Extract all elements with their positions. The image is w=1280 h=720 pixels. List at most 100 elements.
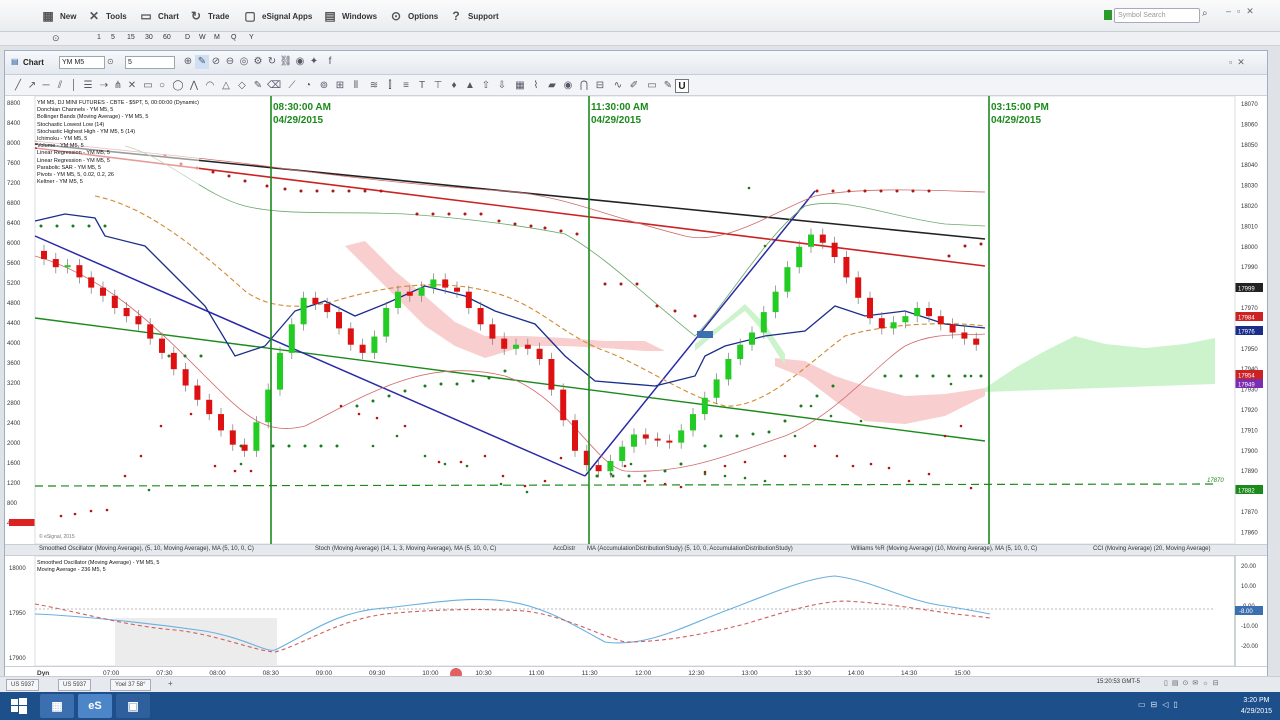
gann-icon[interactable]: ✕ <box>125 79 139 93</box>
sell-icon[interactable]: ⇩ <box>495 79 509 93</box>
vline-tool-icon[interactable]: │ <box>67 79 81 93</box>
candle-down <box>654 438 661 441</box>
add-tab-icon[interactable]: + <box>168 679 173 688</box>
text-tool-icon[interactable]: T <box>415 79 429 93</box>
twitter-icon[interactable]: ✦ <box>307 55 321 69</box>
search-icon[interactable]: ⌕ <box>1202 8 1218 23</box>
curve-icon[interactable]: ∿ <box>611 79 625 93</box>
link-chart-icon[interactable]: ⛓ <box>279 55 293 69</box>
symbol-field[interactable]: YM M5 <box>59 56 105 69</box>
menu-options[interactable]: ⊙ Options <box>388 7 438 25</box>
interval-30[interactable]: 30 <box>145 34 153 41</box>
andrews-icon[interactable]: ⫿ <box>383 79 397 93</box>
tray-icons[interactable]: ▭⊟◁▯ <box>1138 700 1183 709</box>
interval-60[interactable]: 60 <box>163 34 171 41</box>
interval-y[interactable]: Y <box>249 34 254 41</box>
interval-1[interactable]: 1 <box>97 34 101 41</box>
target-icon[interactable]: ◎ <box>237 55 251 69</box>
pencil-icon[interactable]: ✎ <box>661 79 675 93</box>
interval-5[interactable]: 5 <box>111 34 115 41</box>
circle-tool-icon[interactable]: ◯ <box>171 79 185 93</box>
menu-new[interactable]: ▦ New <box>40 7 76 25</box>
sar-dot-green <box>39 224 43 228</box>
zoom-in-icon[interactable]: ⊕ <box>181 55 195 69</box>
marker-icon[interactable]: ♦ <box>447 79 461 93</box>
tab-ma-accdistr[interactable]: MA (AccumulationDistributionStudy) (5, 1… <box>587 546 793 552</box>
chart-window-controls[interactable]: ▫✕ <box>1229 57 1250 68</box>
tab-cci[interactable]: CCI (Moving Average) (20, Moving Average… <box>1093 546 1211 552</box>
elliot-icon[interactable]: ≡ <box>399 79 413 93</box>
paint-icon[interactable]: ✐ <box>627 79 641 93</box>
fib-circle-icon[interactable]: ⊚ <box>317 79 331 93</box>
grid-icon[interactable]: ▦ <box>513 79 527 93</box>
gann-fan-icon[interactable]: ⟋ <box>285 79 299 93</box>
triangle-tool-icon[interactable]: △ <box>219 79 233 93</box>
menu-chart[interactable]: ▭ Chart <box>138 7 179 25</box>
fan-tool-icon[interactable]: ⋀ <box>187 79 201 93</box>
tab-accdistr[interactable]: AccDistr <box>553 546 575 552</box>
save-taskbar-icon[interactable]: ▣ <box>116 694 150 718</box>
menu-esignal-apps[interactable]: ▢ eSignal Apps <box>242 7 312 25</box>
pitchfork-icon[interactable]: ⋔ <box>111 79 125 93</box>
window-controls[interactable]: –▫✕ <box>1226 6 1276 18</box>
oscillator-pane[interactable]: 18000179501790020.0010.00-0.00-10.00-20.… <box>5 555 1267 667</box>
interval-m[interactable]: M <box>214 34 220 41</box>
refresh-icon[interactable]: ⊙ <box>52 33 60 44</box>
lock-icon[interactable]: ⊟ <box>593 79 607 93</box>
fib-tool-icon[interactable]: ☰ <box>81 79 95 93</box>
pen-tool-icon[interactable]: ✎ <box>251 79 265 93</box>
interval-15[interactable]: 15 <box>127 34 135 41</box>
highlight-icon[interactable]: ▰ <box>545 79 559 93</box>
menu-windows[interactable]: ▤ Windows <box>322 7 377 25</box>
cycle-tool-icon[interactable]: ◠ <box>203 79 217 93</box>
underline-tool-icon[interactable]: U <box>675 79 689 93</box>
menu-tools[interactable]: ✕ Tools <box>86 7 127 25</box>
ruler-tool-icon[interactable]: ⊞ <box>333 79 347 93</box>
settings-icon[interactable]: ⚙ <box>251 55 265 69</box>
trend-channel-icon[interactable]: ⫽ <box>53 79 67 93</box>
explorer-taskbar-icon[interactable]: ▦ <box>40 694 74 718</box>
draw-mode-icon[interactable]: ✎ <box>195 55 209 69</box>
up-arrow-icon[interactable]: ▲ <box>463 79 477 93</box>
fib-arc-icon[interactable]: ◔ <box>301 79 315 93</box>
magnet-icon[interactable]: ⋂ <box>577 79 591 93</box>
eraser-tool-icon[interactable]: ⌫ <box>267 79 281 93</box>
arrow-tool-icon[interactable]: ⇢ <box>97 79 111 93</box>
ellipse-tool-icon[interactable]: ○ <box>155 79 169 93</box>
rect-tool-icon[interactable]: ▭ <box>141 79 155 93</box>
menu-support[interactable]: ? Support <box>448 7 498 25</box>
esignal-taskbar-button[interactable]: eS <box>78 694 112 718</box>
facebook-icon[interactable]: f <box>323 55 337 69</box>
interval-field[interactable]: 5 <box>125 56 175 69</box>
window-tab[interactable]: Yoel 37 58° <box>110 679 151 691</box>
tab-smoothed-oscillator[interactable]: Smoothed Oscillator (Moving Average), (5… <box>39 546 254 552</box>
cursor-icon[interactable]: ⊖ <box>223 55 237 69</box>
polygon-tool-icon[interactable]: ◇ <box>235 79 249 93</box>
eye-icon[interactable]: ◉ <box>561 79 575 93</box>
menu-trade[interactable]: ↻ Trade <box>188 7 229 25</box>
symbol-search-input[interactable]: Symbol Search <box>1114 8 1200 23</box>
interval-w[interactable]: W <box>199 34 206 41</box>
cycle-lines-icon[interactable]: ⦀ <box>349 79 363 93</box>
ray-tool-icon[interactable]: ↗ <box>25 79 39 93</box>
system-clock[interactable]: 3:20 PM 4/29/2015 <box>1241 695 1272 717</box>
hline-tool-icon[interactable]: ─ <box>39 79 53 93</box>
refresh-chart-icon[interactable]: ↻ <box>265 55 279 69</box>
tab-stoch[interactable]: Stoch (Moving Average) (14, 1, 3, Moving… <box>315 546 496 552</box>
price-pane[interactable]: 8800 8400 8000 7600 7200 6800 6400 6000 5600 5200… <box>5 95 1267 557</box>
buy-icon[interactable]: ⇧ <box>479 79 493 93</box>
interval-q[interactable]: Q <box>231 34 236 41</box>
crosshair-icon[interactable]: ⊘ <box>209 55 223 69</box>
window-tab[interactable]: US 5937 <box>6 679 40 691</box>
window-tab[interactable]: US 5937 <box>58 679 92 691</box>
line-tool-icon[interactable]: ╱ <box>11 79 25 93</box>
brush-icon[interactable]: ⌇ <box>529 79 543 93</box>
regression-icon[interactable]: ≋ <box>367 79 381 93</box>
interval-d[interactable]: D <box>185 34 190 41</box>
link-icon[interactable]: ⊙ <box>107 57 114 66</box>
start-button[interactable] <box>2 694 36 718</box>
tab-williams[interactable]: Williams %R (Moving Average) (10, Moving… <box>851 546 1037 552</box>
price-label-icon[interactable]: ⊤ <box>431 79 445 93</box>
camera-icon[interactable]: ◉ <box>293 55 307 69</box>
hide-drawings-icon[interactable]: ▭ <box>645 79 659 93</box>
